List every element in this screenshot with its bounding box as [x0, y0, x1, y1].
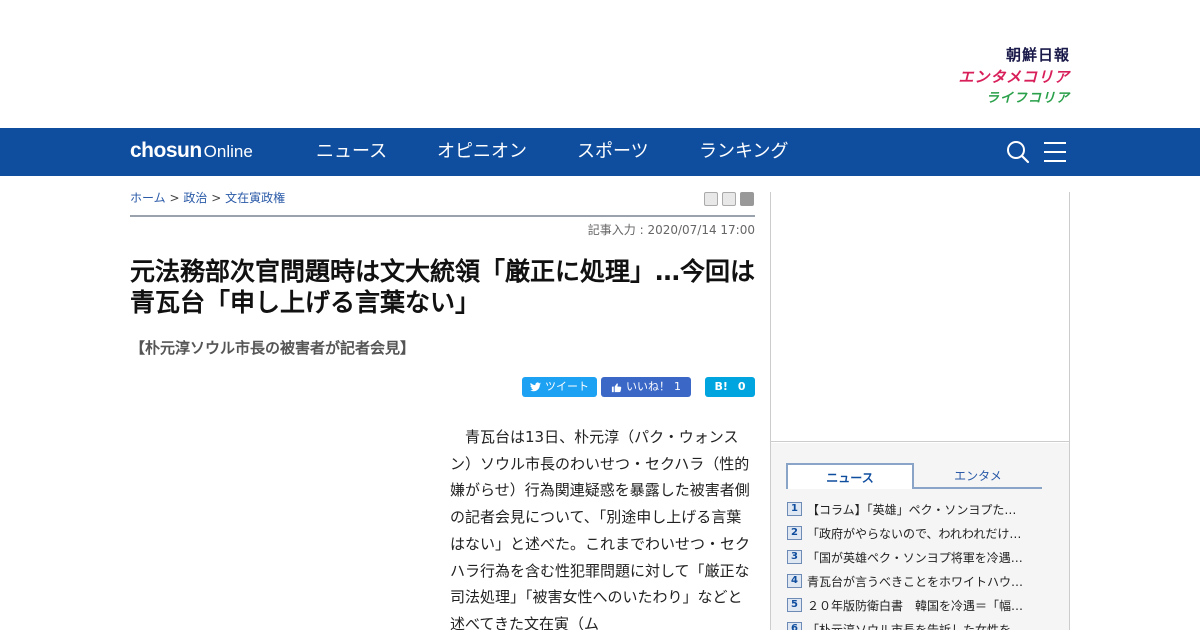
rank-number: 4: [787, 574, 802, 588]
list-item[interactable]: 1 【コラム】「英雄」ペク・ソンヨプた…: [787, 497, 1049, 521]
rank-title: 【コラム】「英雄」ペク・ソンヨプた…: [807, 502, 1017, 517]
ranking-panel: ニュース エンタメ 1 【コラム】「英雄」ペク・ソンヨプた… 2 「政府がやらないの…: [771, 443, 1069, 630]
list-item[interactable]: 6 「朴元淳ソウル市長を告訴した女性を…: [787, 617, 1049, 630]
list-item[interactable]: 4 青瓦台が言うべきことをホワイトハウ…: [787, 569, 1049, 593]
breadcrumb-home[interactable]: ホーム: [130, 191, 166, 205]
list-item[interactable]: 5 ２０年版防衛白書 韓国を冷遇＝「幅…: [787, 593, 1049, 617]
breadcrumb: ホーム > 政治 > 文在寅政権: [130, 190, 285, 206]
rank-number: 5: [787, 598, 802, 612]
rank-title: ２０年版防衛白書 韓国を冷遇＝「幅…: [807, 598, 1024, 613]
rank-title: 「国が英雄ペク・ソンヨプ将軍を冷遇…: [807, 550, 1023, 565]
article-tools: [704, 192, 754, 206]
list-item[interactable]: 2 「政府がやらないので、われわれだけ…: [787, 521, 1049, 545]
like-label: いいね！: [626, 380, 670, 393]
entame-korea-logo[interactable]: エンタメコリア: [958, 66, 1070, 88]
article-divider: [130, 215, 755, 217]
like-button[interactable]: いいね！ 1: [601, 377, 691, 397]
article-headline: 元法務部次官問題時は文大統領「厳正に処理」…今回は青瓦台「申し上げる言葉ない」: [130, 257, 756, 317]
hatena-bookmark-button[interactable]: B! 0: [705, 377, 755, 397]
partner-logos: 朝鮮日報 エンタメコリア ライフコリア: [958, 44, 1070, 110]
search-icon[interactable]: [1006, 140, 1030, 164]
list-item[interactable]: 3 「国が英雄ペク・ソンヨプ将軍を冷遇…: [787, 545, 1049, 569]
breadcrumb-separator: >: [211, 191, 222, 205]
back-arrow-icon[interactable]: [740, 192, 754, 206]
print-icon[interactable]: [704, 192, 718, 206]
breadcrumb-moon-administration[interactable]: 文在寅政権: [225, 191, 285, 205]
ranking-list: 1 【コラム】「英雄」ペク・ソンヨプた… 2 「政府がやらないので、われわれだけ… …: [787, 497, 1049, 630]
hatena-label: B!: [714, 380, 728, 393]
rank-title: 青瓦台が言うべきことをホワイトハウ…: [807, 574, 1024, 589]
rank-number: 6: [787, 622, 802, 630]
hamburger-menu-icon[interactable]: [1043, 140, 1067, 164]
brand-light: Online: [203, 142, 253, 161]
nav-sports[interactable]: スポーツ: [577, 140, 649, 164]
rank-title: 「朴元淳ソウル市長を告訴した女性を…: [807, 622, 1024, 630]
article-body: 青瓦台は13日、朴元淳（パク・ウォンスン）ソウル市長のわいせつ・セクハラ（性的嫌…: [450, 428, 751, 630]
sidebar: ニュース エンタメ 1 【コラム】「英雄」ペク・ソンヨプた… 2 「政府がやらないの…: [770, 192, 1070, 630]
rank-number: 3: [787, 550, 802, 564]
nav-news[interactable]: ニュース: [316, 140, 387, 164]
advertisement-slot: [771, 192, 1069, 442]
site-header: 朝鮮日報 エンタメコリア ライフコリア: [0, 0, 1200, 128]
like-count: 1: [674, 380, 681, 393]
tab-news[interactable]: ニュース: [786, 463, 914, 489]
thumbs-up-icon: [611, 382, 622, 392]
tab-entame[interactable]: エンタメ: [914, 463, 1042, 489]
breadcrumb-politics[interactable]: 政治: [183, 191, 207, 205]
article-subheading: 【朴元淳ソウル市長の被害者が記者会見】: [130, 339, 416, 357]
text-size-icon[interactable]: [722, 192, 736, 206]
article-date: 記事入力 : 2020/07/14 17:00: [587, 223, 755, 237]
main-navbar: chosun Online ニュース オピニオン スポーツ ランキング: [0, 128, 1200, 176]
nav-ranking[interactable]: ランキング: [699, 140, 788, 164]
tweet-button[interactable]: ツイート: [522, 377, 597, 397]
rank-number: 2: [787, 526, 802, 540]
brand-bold: chosun: [130, 139, 202, 162]
nav-opinion[interactable]: オピニオン: [437, 140, 527, 164]
tweet-label: ツイート: [545, 380, 589, 393]
hatena-count: 0: [737, 380, 746, 393]
rank-number: 1: [787, 502, 802, 516]
chosun-online-logo[interactable]: chosun Online: [130, 138, 253, 165]
rank-title: 「政府がやらないので、われわれだけ…: [807, 526, 1022, 541]
chosun-ilbo-logo[interactable]: 朝鮮日報: [958, 44, 1070, 66]
breadcrumb-separator: >: [169, 191, 180, 205]
twitter-bird-icon: [530, 382, 541, 392]
life-korea-logo[interactable]: ライフコリア: [958, 88, 1070, 110]
